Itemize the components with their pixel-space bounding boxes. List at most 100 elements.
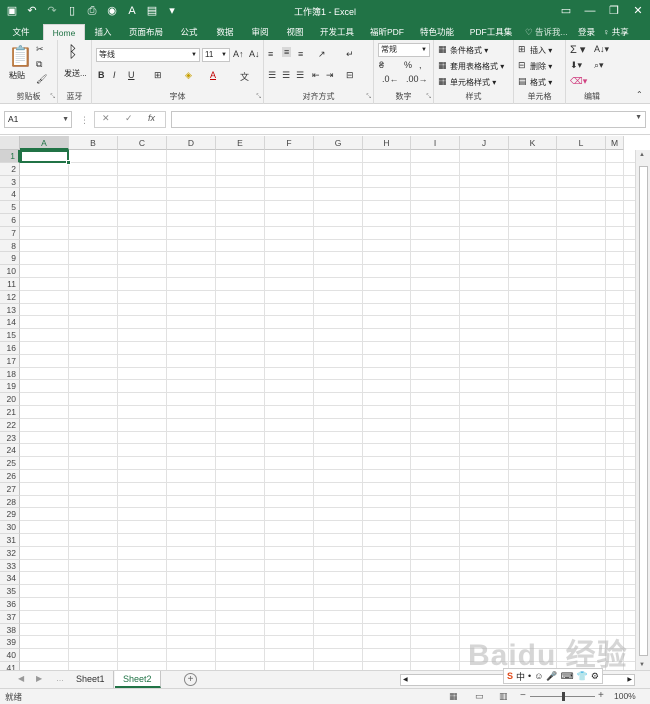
number-format-select[interactable]: 常规 ▼	[378, 43, 430, 57]
active-cell[interactable]	[20, 150, 71, 165]
decrease-indent-icon[interactable]: ⇤	[312, 70, 320, 81]
sheet-tab-sheet2[interactable]: Sheet2	[115, 671, 161, 688]
tab-view[interactable]: 视图	[280, 24, 310, 40]
tab-developer[interactable]: 开发工具	[316, 24, 358, 40]
cancel-icon[interactable]: ✕	[102, 113, 110, 124]
bluetooth-icon[interactable]: ᛒ	[68, 44, 78, 62]
fill-icon[interactable]: ⬇▾	[570, 60, 582, 71]
row-header[interactable]: 10	[0, 265, 20, 278]
minimize-icon[interactable]: —	[578, 0, 602, 22]
border-icon[interactable]: ⊞	[154, 70, 162, 81]
row-header[interactable]: 15	[0, 329, 20, 342]
row-header[interactable]: 37	[0, 610, 20, 624]
conditional-format-button[interactable]: 条件格式 ▾	[450, 45, 488, 56]
row-header[interactable]: 16	[0, 342, 20, 355]
column-header[interactable]: H	[363, 136, 411, 150]
sort-filter-icon[interactable]: A↓▾	[594, 44, 609, 55]
row-header[interactable]: 41	[0, 662, 20, 670]
row-header[interactable]: 17	[0, 354, 20, 368]
column-header[interactable]: J	[460, 136, 509, 150]
paste-icon[interactable]: 📋	[8, 44, 33, 69]
dialog-launcher-icon[interactable]: ⤡	[256, 94, 261, 101]
row-header[interactable]: 38	[0, 623, 20, 637]
zoom-out-button[interactable]: −	[520, 690, 526, 701]
scroll-left-icon[interactable]: ◀	[403, 676, 408, 683]
autosum-icon[interactable]: Σ ▾	[570, 43, 585, 56]
ime-toolbar[interactable]: S 中 • ☺ 🎤 ⌨ 👕 ⚙	[503, 668, 603, 684]
punctuation-icon[interactable]: •	[528, 671, 531, 681]
row-header[interactable]: 2	[0, 162, 20, 176]
name-box[interactable]: A1 ▼	[4, 111, 72, 128]
zoom-level[interactable]: 100%	[614, 691, 636, 701]
row-header[interactable]: 6	[0, 214, 20, 227]
vertical-scrollbar[interactable]: ▲ ▼	[635, 150, 650, 670]
tab-data[interactable]: 数据	[210, 24, 240, 40]
italic-button[interactable]: I	[113, 70, 116, 80]
delete-cells-button[interactable]: 删除 ▾	[530, 61, 552, 72]
underline-button[interactable]: U	[128, 70, 135, 80]
scrollbar-thumb[interactable]	[639, 166, 648, 656]
format-cells-button[interactable]: 格式 ▾	[530, 77, 552, 88]
dialog-launcher-icon[interactable]: ⤡	[50, 94, 55, 101]
zoom-in-button[interactable]: +	[598, 690, 604, 701]
row-header[interactable]: 20	[0, 393, 20, 406]
align-top-icon[interactable]: ≡	[268, 49, 273, 59]
bold-button[interactable]: B	[98, 70, 105, 80]
ribbon-display-icon[interactable]: ▭	[554, 0, 578, 22]
share-button[interactable]: ♀ 共享	[603, 24, 629, 40]
row-header[interactable]: 33	[0, 559, 20, 573]
align-bottom-icon[interactable]: ≡	[298, 49, 303, 59]
tab-page-layout[interactable]: 页面布局	[124, 24, 168, 40]
formula-input[interactable]: ▼	[171, 111, 646, 128]
row-header[interactable]: 22	[0, 418, 20, 432]
row-header[interactable]: 12	[0, 290, 20, 304]
cut-icon[interactable]: ✂	[36, 44, 44, 55]
cell-styles-button[interactable]: 单元格样式 ▾	[450, 77, 496, 88]
normal-view-icon[interactable]: ▦	[449, 691, 458, 702]
row-header[interactable]: 30	[0, 521, 20, 534]
tell-me-search[interactable]: ♡ 告诉我...	[525, 24, 568, 40]
more-sheets-icon[interactable]: …	[56, 674, 64, 683]
mic-icon[interactable]: 🎤	[546, 671, 557, 682]
zoom-slider-thumb[interactable]	[561, 692, 565, 701]
row-header[interactable]: 27	[0, 482, 20, 496]
column-header[interactable]: F	[265, 136, 314, 150]
row-header[interactable]: 14	[0, 316, 20, 330]
dialog-launcher-icon[interactable]: ⤡	[426, 94, 431, 101]
insert-cells-button[interactable]: 插入 ▾	[530, 45, 552, 56]
fill-color-icon[interactable]: ◈	[185, 70, 192, 81]
column-header[interactable]: A	[20, 136, 69, 150]
tab-foxit-pdf[interactable]: 福昕PDF	[364, 24, 410, 40]
row-header[interactable]: 39	[0, 636, 20, 650]
chevron-down-icon[interactable]: ▼	[62, 112, 69, 127]
enter-icon[interactable]: ✓	[125, 113, 133, 124]
fill-handle[interactable]	[66, 160, 71, 165]
decrease-decimal-icon[interactable]: .00→	[406, 74, 428, 84]
row-header[interactable]: 26	[0, 470, 20, 483]
row-header[interactable]: 35	[0, 585, 20, 598]
sogou-icon[interactable]: S	[507, 671, 513, 681]
align-left-icon[interactable]: ☰	[268, 70, 276, 81]
align-right-icon[interactable]: ☰	[296, 70, 304, 81]
column-header[interactable]: D	[167, 136, 216, 150]
row-header[interactable]: 25	[0, 457, 20, 470]
percent-button[interactable]: %	[404, 60, 412, 70]
collapse-ribbon-icon[interactable]: ⌃	[636, 90, 643, 99]
sheet-tab-sheet1[interactable]: Sheet1	[68, 671, 114, 688]
row-header[interactable]: 19	[0, 380, 20, 394]
restore-icon[interactable]: ❐	[602, 0, 626, 22]
find-select-icon[interactable]: ⌕▾	[594, 60, 604, 71]
row-header[interactable]: 29	[0, 508, 20, 522]
tab-home[interactable]: Home	[43, 24, 85, 40]
expand-formula-icon[interactable]: ▼	[635, 114, 642, 121]
font-name-select[interactable]: 等线 ▼	[96, 48, 200, 62]
zoom-slider[interactable]	[530, 692, 595, 701]
increase-indent-icon[interactable]: ⇥	[326, 70, 334, 81]
column-header[interactable]: B	[69, 136, 118, 150]
scroll-down-icon[interactable]: ▼	[639, 662, 645, 668]
row-header[interactable]: 34	[0, 572, 20, 586]
login-button[interactable]: 登录	[578, 24, 595, 40]
dialog-launcher-icon[interactable]: ⤡	[366, 94, 371, 101]
row-header[interactable]: 1	[0, 150, 20, 163]
format-as-table-button[interactable]: 套用表格格式 ▾	[450, 61, 504, 72]
